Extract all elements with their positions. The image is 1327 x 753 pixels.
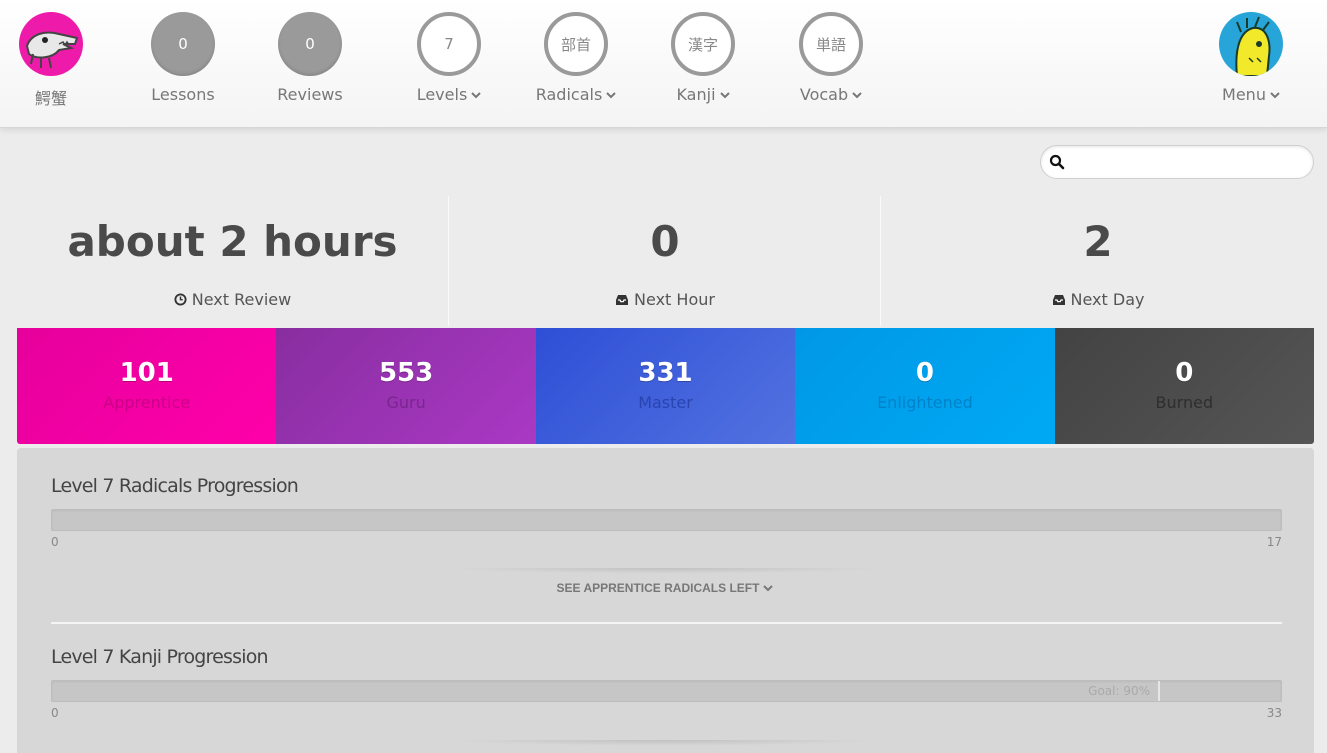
guru-count: 553 — [378, 358, 434, 388]
next-day-forecast: 2 Next Day — [882, 196, 1314, 326]
srs-master[interactable]: 331 Master — [535, 328, 796, 444]
goal-marker — [1158, 681, 1160, 701]
next-hour-label-row: Next Hour — [450, 290, 880, 309]
srs-guru[interactable]: 553 Guru — [276, 328, 536, 444]
next-review-forecast: about 2 hours Next Review — [17, 196, 448, 326]
srs-enlightened[interactable]: 0 Enlightened — [795, 328, 1055, 444]
srs-apprentice[interactable]: 101 Apprentice — [17, 328, 277, 444]
chevron-down-icon — [763, 585, 774, 592]
levels-label-row: Levels — [385, 85, 513, 104]
burned-label: Burned — [1155, 393, 1214, 412]
kanji-progression-title: Level 7 Kanji Progression — [51, 646, 269, 668]
see-apprentice-radicals-label: SEE APPRENTICE RADICALS LEFT — [556, 581, 760, 595]
guru-label: Guru — [386, 393, 426, 412]
menu-label-row: Menu — [1187, 85, 1315, 104]
radicals-progress-min: 0 — [51, 535, 59, 549]
inbox-icon — [1052, 294, 1065, 305]
next-review-label: Next Review — [191, 290, 292, 309]
apprentice-label: Apprentice — [103, 393, 191, 412]
level-value: 7 — [417, 12, 481, 76]
levels-label: Levels — [416, 85, 468, 104]
burned-count: 0 — [1175, 358, 1194, 388]
top-navigation: 鰐蟹 0 Lessons 0 Reviews 7 Levels 部首 Radic… — [0, 0, 1327, 128]
vocab-label: Vocab — [799, 85, 849, 104]
next-day-label-row: Next Day — [882, 290, 1314, 309]
chevron-down-icon — [852, 91, 862, 98]
kanji-label: Kanji — [676, 85, 716, 104]
master-label: Master — [638, 393, 693, 412]
menu-label: Menu — [1222, 85, 1266, 104]
search-input[interactable] — [1073, 146, 1309, 178]
next-hour-value: 0 — [650, 217, 680, 266]
kanji-progress-max: 33 — [1266, 706, 1282, 720]
lessons-count: 0 — [151, 12, 215, 76]
radicals-glyph: 部首 — [544, 12, 608, 76]
next-hour-label: Next Hour — [634, 290, 715, 309]
radicals-dropdown[interactable]: 部首 Radicals — [512, 12, 640, 104]
reviews-count: 0 — [278, 12, 342, 76]
enlightened-count: 0 — [915, 358, 934, 388]
next-review-label-row: Next Review — [17, 290, 448, 309]
kanji-glyph: 漢字 — [671, 12, 735, 76]
search-box — [1040, 145, 1314, 179]
radicals-progression-title: Level 7 Radicals Progression — [51, 475, 299, 497]
srs-distribution: 101 Apprentice 553 Guru 331 Master 0 Enl… — [17, 328, 1314, 444]
lessons-button[interactable]: 0 Lessons — [119, 12, 247, 104]
chevron-down-icon — [719, 91, 730, 98]
forecast-divider — [880, 196, 881, 326]
progression-panel: Level 7 Radicals Progression 0 17 SEE AP… — [17, 448, 1314, 753]
vocab-glyph: 単語 — [799, 12, 863, 76]
inbox-icon — [616, 294, 629, 305]
user-profile-link[interactable]: 鰐蟹 — [0, 12, 115, 109]
kanji-progress-bar: Goal: 90% — [51, 680, 1282, 702]
kanji-dropdown[interactable]: 漢字 Kanji — [639, 12, 767, 104]
radicals-progress-max: 17 — [1266, 535, 1282, 549]
levels-dropdown[interactable]: 7 Levels — [385, 12, 513, 104]
menu-dropdown[interactable]: Menu — [1187, 12, 1315, 104]
see-apprentice-radicals-button[interactable]: SEE APPRENTICE RADICALS LEFT — [447, 568, 883, 608]
radicals-label: Radicals — [535, 85, 603, 104]
radicals-label-row: Radicals — [512, 85, 640, 104]
next-day-label: Next Day — [1070, 290, 1145, 309]
alligator-avatar-icon — [19, 12, 83, 76]
radicals-progress-bar — [51, 509, 1282, 531]
chevron-down-icon — [606, 91, 616, 98]
vocab-label-row: Vocab — [767, 85, 895, 104]
chevron-down-icon — [1270, 91, 1280, 98]
chevron-down-icon — [471, 91, 481, 98]
clock-icon — [174, 293, 187, 306]
enlightened-label: Enlightened — [877, 393, 973, 412]
panel-divider — [51, 622, 1282, 624]
see-more-kanji-button[interactable] — [447, 740, 883, 753]
next-hour-forecast: 0 Next Hour — [450, 196, 880, 326]
reviews-label: Reviews — [277, 85, 343, 104]
search-icon[interactable] — [1049, 154, 1065, 170]
kanji-label-row: Kanji — [639, 85, 767, 104]
apprentice-count: 101 — [119, 358, 174, 388]
username: 鰐蟹 — [34, 89, 67, 108]
srs-burned[interactable]: 0 Burned — [1054, 328, 1314, 444]
yellow-face-avatar-icon — [1219, 12, 1283, 76]
vocab-dropdown[interactable]: 単語 Vocab — [767, 12, 895, 104]
next-review-value: about 2 hours — [67, 217, 398, 266]
forecast-divider — [448, 196, 449, 326]
reviews-button[interactable]: 0 Reviews — [246, 12, 374, 104]
lessons-label: Lessons — [151, 85, 215, 104]
master-count: 331 — [638, 358, 693, 388]
next-day-value: 2 — [1083, 217, 1113, 266]
goal-label: Goal: 90% — [1088, 684, 1150, 698]
kanji-progress-min: 0 — [51, 706, 59, 720]
